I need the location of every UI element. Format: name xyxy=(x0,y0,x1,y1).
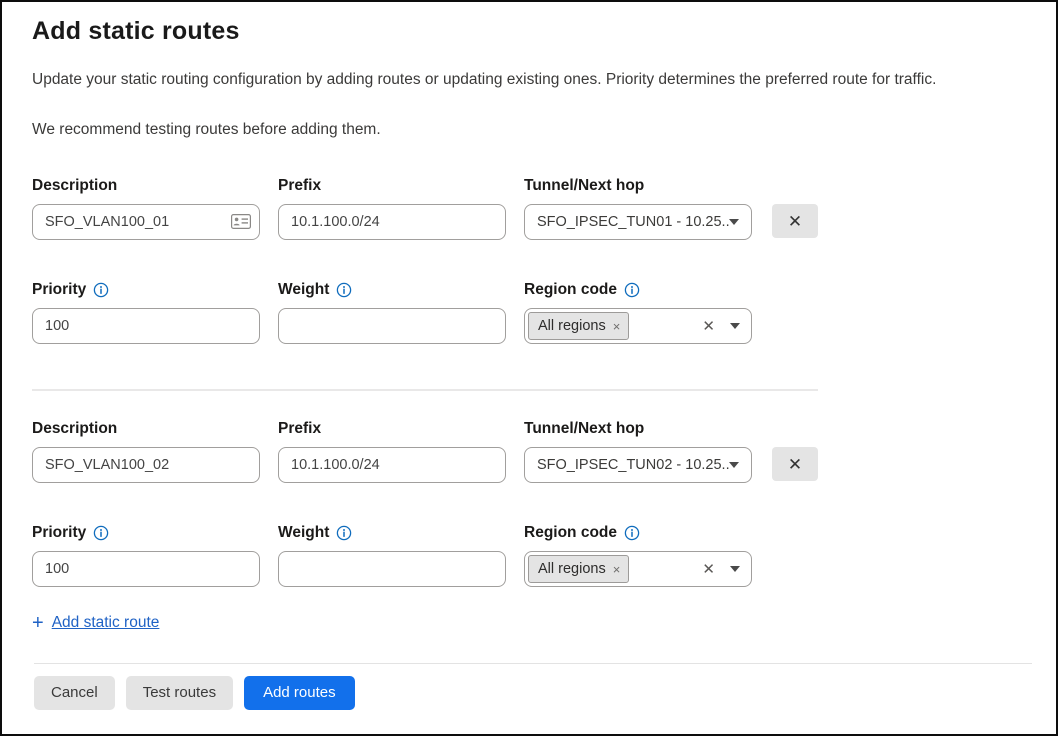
weight-input[interactable] xyxy=(278,551,506,587)
prefix-label: Prefix xyxy=(278,419,506,439)
weight-input[interactable] xyxy=(278,308,506,344)
description-input[interactable] xyxy=(32,204,260,240)
info-icon[interactable] xyxy=(624,282,640,298)
chevron-down-icon xyxy=(730,566,740,572)
clear-selection-icon[interactable]: ✕ xyxy=(702,319,715,334)
region-code-label: Region code xyxy=(524,280,617,300)
prefix-input[interactable] xyxy=(278,204,506,240)
priority-input[interactable] xyxy=(32,308,260,344)
weight-label: Weight xyxy=(278,280,329,300)
footer-divider xyxy=(34,663,1032,664)
prefix-field-2: Prefix xyxy=(278,419,506,483)
chevron-down-icon xyxy=(729,219,739,225)
weight-label: Weight xyxy=(278,523,329,543)
remove-route-button[interactable]: ✕ xyxy=(772,204,818,238)
description-label: Description xyxy=(32,176,260,196)
tunnel-selected-value: SFO_IPSEC_TUN01 - 10.25... xyxy=(537,214,729,230)
test-routes-button[interactable]: Test routes xyxy=(126,676,233,710)
region-tag-label: All regions xyxy=(538,318,606,334)
description-label: Description xyxy=(32,419,260,439)
info-icon[interactable] xyxy=(336,525,352,541)
page-title: Add static routes xyxy=(32,16,1028,46)
chevron-down-icon xyxy=(730,323,740,329)
clear-selection-icon[interactable]: ✕ xyxy=(702,562,715,577)
priority-field-1: Priority xyxy=(32,280,260,344)
tunnel-next-hop-label: Tunnel/Next hop xyxy=(524,419,752,439)
tunnel-next-hop-select[interactable]: SFO_IPSEC_TUN01 - 10.25... xyxy=(524,204,752,240)
info-icon[interactable] xyxy=(93,525,109,541)
intro-text: Update your static routing configuration… xyxy=(32,70,1028,90)
description-field-2: Description xyxy=(32,419,260,483)
region-tag: All regions × xyxy=(528,555,629,583)
info-icon[interactable] xyxy=(336,282,352,298)
add-static-route-link[interactable]: + Add static route xyxy=(32,613,159,633)
prefix-label: Prefix xyxy=(278,176,506,196)
region-field-1: Region code All regions × ✕ xyxy=(524,280,752,344)
recommendation-text: We recommend testing routes before addin… xyxy=(32,120,1028,140)
priority-input[interactable] xyxy=(32,551,260,587)
tunnel-field-2: Tunnel/Next hop SFO_IPSEC_TUN02 - 10.25.… xyxy=(524,419,752,483)
region-code-label: Region code xyxy=(524,523,617,543)
tunnel-next-hop-label: Tunnel/Next hop xyxy=(524,176,752,196)
add-static-routes-dialog: Add static routes Update your static rou… xyxy=(0,0,1058,736)
prefix-field-1: Prefix xyxy=(278,176,506,240)
chevron-down-icon xyxy=(729,462,739,468)
route-entry-2: Description Prefix Tunnel/Next hop SFO_I… xyxy=(32,419,1028,587)
plus-icon: + xyxy=(32,613,44,633)
add-static-route-link-label: Add static route xyxy=(52,614,160,632)
region-tag-label: All regions xyxy=(538,561,606,577)
add-routes-button[interactable]: Add routes xyxy=(244,676,355,710)
priority-label: Priority xyxy=(32,523,86,543)
footer: Cancel Test routes Add routes xyxy=(32,663,1028,710)
tunnel-field-1: Tunnel/Next hop SFO_IPSEC_TUN01 - 10.25.… xyxy=(524,176,752,240)
weight-field-2: Weight xyxy=(278,523,506,587)
prefix-input[interactable] xyxy=(278,447,506,483)
description-field-1: Description xyxy=(32,176,260,240)
remove-route-button[interactable]: ✕ xyxy=(772,447,818,481)
tunnel-next-hop-select[interactable]: SFO_IPSEC_TUN02 - 10.25... xyxy=(524,447,752,483)
tag-remove-icon[interactable]: × xyxy=(613,320,621,333)
info-icon[interactable] xyxy=(93,282,109,298)
region-code-multiselect[interactable]: All regions × ✕ xyxy=(524,308,752,344)
route-divider xyxy=(32,389,818,391)
priority-label: Priority xyxy=(32,280,86,300)
description-input[interactable] xyxy=(32,447,260,483)
region-tag: All regions × xyxy=(528,312,629,340)
route-entry-1: Description Prefix xyxy=(32,176,1028,344)
tag-remove-icon[interactable]: × xyxy=(613,563,621,576)
info-icon[interactable] xyxy=(624,525,640,541)
region-code-multiselect[interactable]: All regions × ✕ xyxy=(524,551,752,587)
region-field-2: Region code All regions × ✕ xyxy=(524,523,752,587)
weight-field-1: Weight xyxy=(278,280,506,344)
cancel-button[interactable]: Cancel xyxy=(34,676,115,710)
tunnel-selected-value: SFO_IPSEC_TUN02 - 10.25... xyxy=(537,457,729,473)
priority-field-2: Priority xyxy=(32,523,260,587)
